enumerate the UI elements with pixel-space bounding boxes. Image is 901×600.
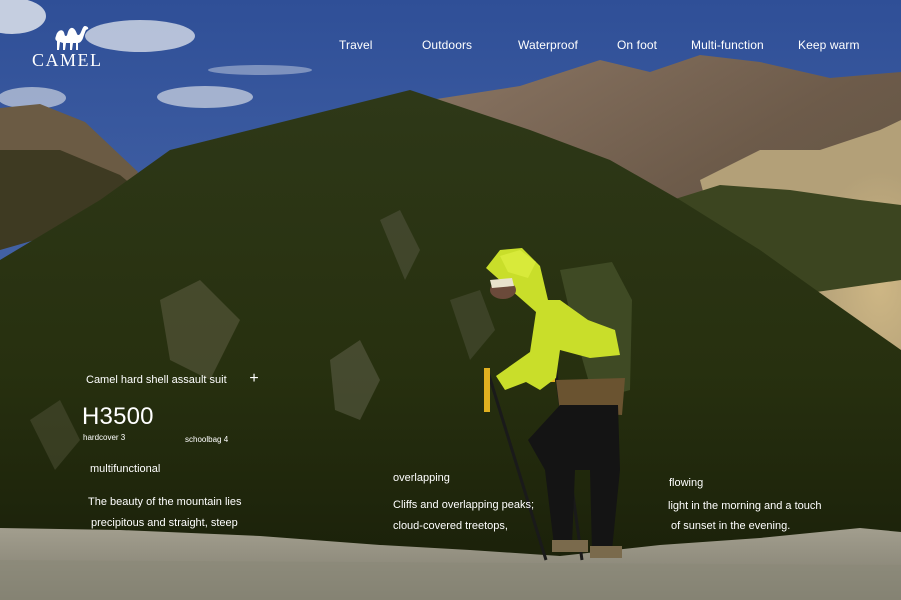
feature-text: light in the morning and a touch (668, 500, 822, 512)
feature-heading-multifunctional: multifunctional (90, 463, 161, 475)
feature-heading-overlapping: overlapping (393, 472, 450, 484)
feature-text: The beauty of the mountain lies (88, 496, 242, 508)
product-model: H3500 (82, 403, 154, 430)
nav-item-travel[interactable]: Travel (339, 38, 373, 52)
spec-schoolbag: schoolbag 4 (185, 435, 229, 444)
nav-item-multi-function[interactable]: Multi-function (691, 38, 764, 52)
camel-icon (55, 26, 89, 50)
nav-item-outdoors[interactable]: Outdoors (422, 38, 472, 52)
spec-hardcover: hardcover 3 (83, 433, 126, 442)
plus-icon[interactable]: + (246, 370, 262, 388)
feature-text: of sunset in the evening. (671, 520, 791, 532)
nav-item-on-foot[interactable]: On foot (617, 38, 657, 52)
feature-text: precipitous and straight, steep (91, 517, 238, 529)
nav-item-keep-warm[interactable]: Keep warm (798, 38, 860, 52)
feature-heading-flowing: flowing (669, 477, 704, 489)
brand-name: CAMEL (32, 50, 103, 70)
feature-text: Cliffs and overlapping peaks; (393, 499, 535, 511)
nav-item-waterproof[interactable]: Waterproof (518, 38, 578, 52)
feature-text: cloud-covered treetops, (393, 520, 508, 532)
product-name: Camel hard shell assault suit (86, 374, 227, 386)
